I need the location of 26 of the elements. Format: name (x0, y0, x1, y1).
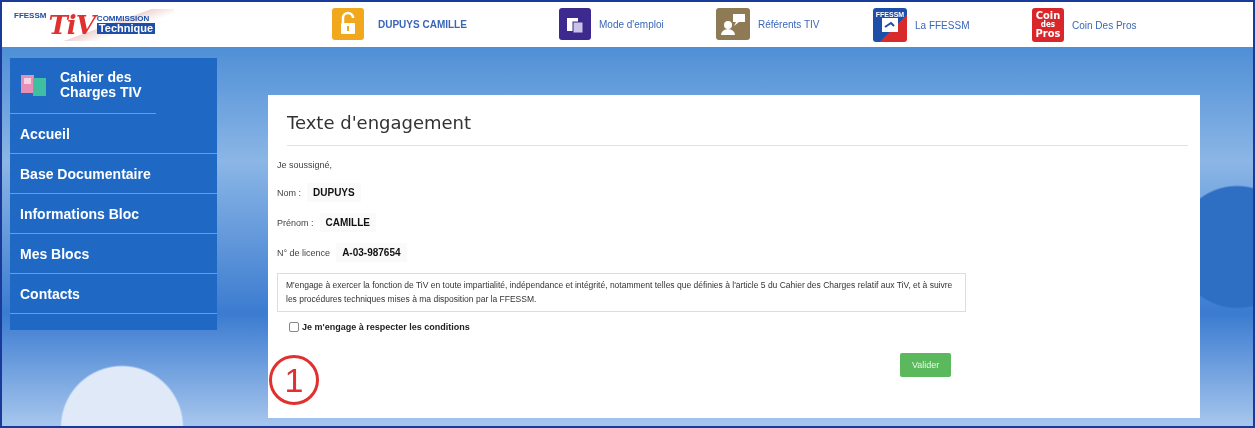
field-label: N° de licence (277, 247, 331, 258)
coin-des-pros-logo[interactable]: Coin des Pros (1032, 8, 1064, 42)
field-value: A-03-987654 (336, 243, 407, 262)
sidebar-item[interactable]: Base Documentaire (10, 154, 217, 195)
field-label: Prénom : (277, 217, 314, 228)
engagement-statement: M'engage à exercer la fonction de TiV en toute impartialité, indépendance et intégrité, notamment telles que définies à l'article 5 du Cahier des Charges relatif aux TiV, et à suivre les procédures techniques mises à ma disposition par la FFESSM. (277, 273, 966, 313)
sidebar-title: Cahier des Charges TIV (60, 70, 142, 100)
field-label: Nom : (277, 187, 301, 198)
sidebar-item[interactable]: Accueil (10, 114, 217, 155)
page-title: Texte d'engagement (287, 111, 473, 135)
intro-text: Je soussigné, (277, 160, 334, 170)
nav-link[interactable]: Coin Des Pros (1072, 19, 1137, 31)
sidebar-item[interactable]: Contacts (10, 274, 217, 315)
user-name-link[interactable]: DUPUYS CAMILLE (378, 18, 467, 30)
checkbox-label[interactable]: Je m'engage à respecter les conditions (302, 322, 470, 333)
callout-number: 1 (269, 355, 319, 405)
nav-link[interactable]: La FFESSM (915, 19, 970, 31)
sidebar-item[interactable]: Informations Bloc (10, 194, 217, 235)
nav-link[interactable]: Mode d'emploi (599, 18, 664, 30)
checkbox[interactable] (289, 322, 299, 333)
person-chat-icon[interactable] (716, 8, 750, 40)
field-value: DUPUYS (307, 183, 361, 202)
documents-icon[interactable] (559, 8, 591, 40)
field-value: CAMILLE (319, 213, 376, 232)
nav-link[interactable]: Référents TIV (758, 18, 820, 30)
sidebar-item[interactable]: Mes Blocs (10, 234, 217, 275)
